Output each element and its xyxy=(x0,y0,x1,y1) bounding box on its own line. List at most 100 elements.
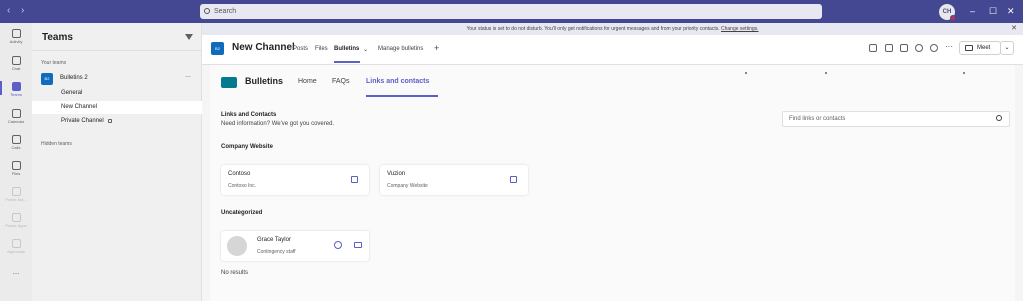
rail-item-calls[interactable]: Calls xyxy=(0,135,32,150)
approvals-icon xyxy=(11,239,21,248)
maximize-button[interactable]: ☐ xyxy=(989,5,997,17)
file-icon xyxy=(11,161,21,170)
marker-dot xyxy=(745,72,747,74)
link-card[interactable]: Vuzion Company Website xyxy=(380,165,528,195)
status-banner: Your status is set to do not disturb. Yo… xyxy=(202,23,1023,35)
channel-label: General xyxy=(61,90,83,96)
rail-item-label: Calendar xyxy=(7,119,25,124)
rail-item-activity[interactable]: Activity xyxy=(0,29,32,44)
divider xyxy=(32,50,202,51)
globe-icon[interactable] xyxy=(930,44,938,52)
rail-item-chat[interactable]: Chat xyxy=(0,56,32,71)
add-tab-button[interactable]: + xyxy=(434,43,439,53)
tab-links-and-contacts[interactable]: Links and contacts xyxy=(366,78,429,85)
megaphone-icon xyxy=(221,77,237,88)
search-icon[interactable] xyxy=(996,115,1002,121)
rail-item-approvals[interactable]: Approvals xyxy=(0,239,32,254)
tab-manage-bulletins[interactable]: Manage bulletins xyxy=(378,46,423,52)
chat-icon[interactable] xyxy=(334,241,342,249)
avatar-initials: CH xyxy=(942,9,952,15)
change-settings-link[interactable]: Change settings. xyxy=(721,26,759,32)
chevron-down-icon[interactable]: ⌄ xyxy=(363,46,368,53)
rail-item-files[interactable]: Files xyxy=(0,161,32,176)
back-arrow-icon[interactable]: ‹ xyxy=(7,5,10,17)
rail-item-label: Chat xyxy=(11,66,21,71)
close-button[interactable]: ✕ xyxy=(1007,5,1015,17)
mail-icon[interactable] xyxy=(354,242,362,248)
your-teams-label: Your teams xyxy=(41,60,67,66)
rail-item-power-automate[interactable]: Power Aut... xyxy=(0,187,32,202)
channel-item-new-channel[interactable]: New Channel xyxy=(32,101,202,114)
open-external-icon[interactable] xyxy=(510,176,517,183)
marker-dot xyxy=(825,72,827,74)
filter-icon[interactable] xyxy=(185,34,193,40)
tab-files[interactable]: Files xyxy=(315,46,328,52)
meet-dropdown-button[interactable]: ⌄ xyxy=(1000,41,1014,55)
expand-icon[interactable] xyxy=(900,44,908,52)
channel-team-badge: B2 xyxy=(211,42,224,55)
team-more-button[interactable]: ... xyxy=(185,72,191,79)
rail-item-label: Activity xyxy=(9,39,23,44)
team-name: Bulletins 2 xyxy=(60,75,88,81)
open-in-window-icon[interactable] xyxy=(869,44,877,52)
tab-active-indicator xyxy=(366,95,438,97)
rail-item-label: Files xyxy=(11,171,21,176)
channel-item-general[interactable]: General xyxy=(32,87,202,100)
rail-item-power-apps[interactable]: Power Apps xyxy=(0,213,32,228)
chevron-down-icon: ⌄ xyxy=(1004,45,1010,51)
main-area: Your status is set to do not disturb. Yo… xyxy=(202,23,1023,301)
tab-home[interactable]: Home xyxy=(298,78,317,85)
find-links-input[interactable]: Find links or contacts xyxy=(782,111,1010,127)
video-camera-icon xyxy=(965,45,973,51)
title-bar: ‹ › Search CH – ☐ ✕ xyxy=(0,0,1023,23)
tab-posts[interactable]: Posts xyxy=(293,46,308,52)
search-input[interactable]: Search xyxy=(200,4,822,19)
banner-text: Your status is set to do not disturb. Yo… xyxy=(466,26,720,32)
teams-icon xyxy=(11,82,21,91)
rail-item-teams[interactable]: Teams xyxy=(0,82,32,97)
contact-role: Contingency staff xyxy=(257,249,296,255)
conversation-icon[interactable] xyxy=(885,44,893,52)
dnd-status-icon xyxy=(950,15,956,21)
reload-icon[interactable] xyxy=(915,44,923,52)
open-external-icon[interactable] xyxy=(351,176,358,183)
pane-title: Teams xyxy=(42,32,73,43)
team-badge: B2 xyxy=(41,73,53,85)
channel-label: New Channel xyxy=(61,104,98,110)
more-options-icon[interactable]: ··· xyxy=(945,42,953,51)
channel-header: B2 New Channel Posts Files Bulletins ⌄ M… xyxy=(202,35,1023,65)
minimize-button[interactable]: – xyxy=(970,5,975,17)
forward-arrow-icon[interactable]: › xyxy=(21,5,24,17)
search-icon xyxy=(204,8,210,14)
link-card-title: Vuzion xyxy=(387,171,406,177)
meet-button[interactable]: Meet xyxy=(959,41,1001,55)
rail-item-label: Approvals xyxy=(7,249,25,254)
uncategorized-heading: Uncategorized xyxy=(221,210,263,216)
rail-item-calendar[interactable]: Calendar xyxy=(0,109,32,124)
tab-active-indicator xyxy=(334,61,360,63)
rail-item-label: Calls xyxy=(11,145,21,150)
more-apps-button[interactable]: ... xyxy=(0,267,32,276)
hidden-teams-label[interactable]: Hidden teams xyxy=(41,141,72,147)
contact-avatar xyxy=(227,236,247,256)
app-rail: Activity Chat Teams Calendar Calls Files… xyxy=(0,23,32,301)
channel-title: New Channel xyxy=(232,42,295,53)
team-item[interactable]: B2 Bulletins 2 ... xyxy=(41,72,196,85)
link-card[interactable]: Contoso Contoso Inc. xyxy=(221,165,369,195)
app-name: Bulletins xyxy=(245,76,284,86)
lock-icon xyxy=(107,119,112,123)
channel-item-private-channel[interactable]: Private Channel xyxy=(32,115,202,128)
chat-icon xyxy=(11,56,21,65)
contact-card[interactable]: Grace Taylor Contingency staff xyxy=(221,231,369,261)
find-links-placeholder: Find links or contacts xyxy=(789,116,846,122)
tab-faqs[interactable]: FAQs xyxy=(332,78,350,85)
avatar[interactable]: CH xyxy=(939,4,956,21)
power-automate-icon xyxy=(11,187,21,196)
meet-label: Meet xyxy=(977,45,991,51)
app-header: Bulletins Home FAQs Links and contacts xyxy=(210,65,1015,99)
tab-bulletins[interactable]: Bulletins xyxy=(334,46,359,52)
rail-item-label: Teams xyxy=(10,92,22,97)
phone-icon xyxy=(11,135,21,144)
link-card-title: Contoso xyxy=(228,171,251,177)
banner-close-icon[interactable]: ✕ xyxy=(1011,23,1017,35)
